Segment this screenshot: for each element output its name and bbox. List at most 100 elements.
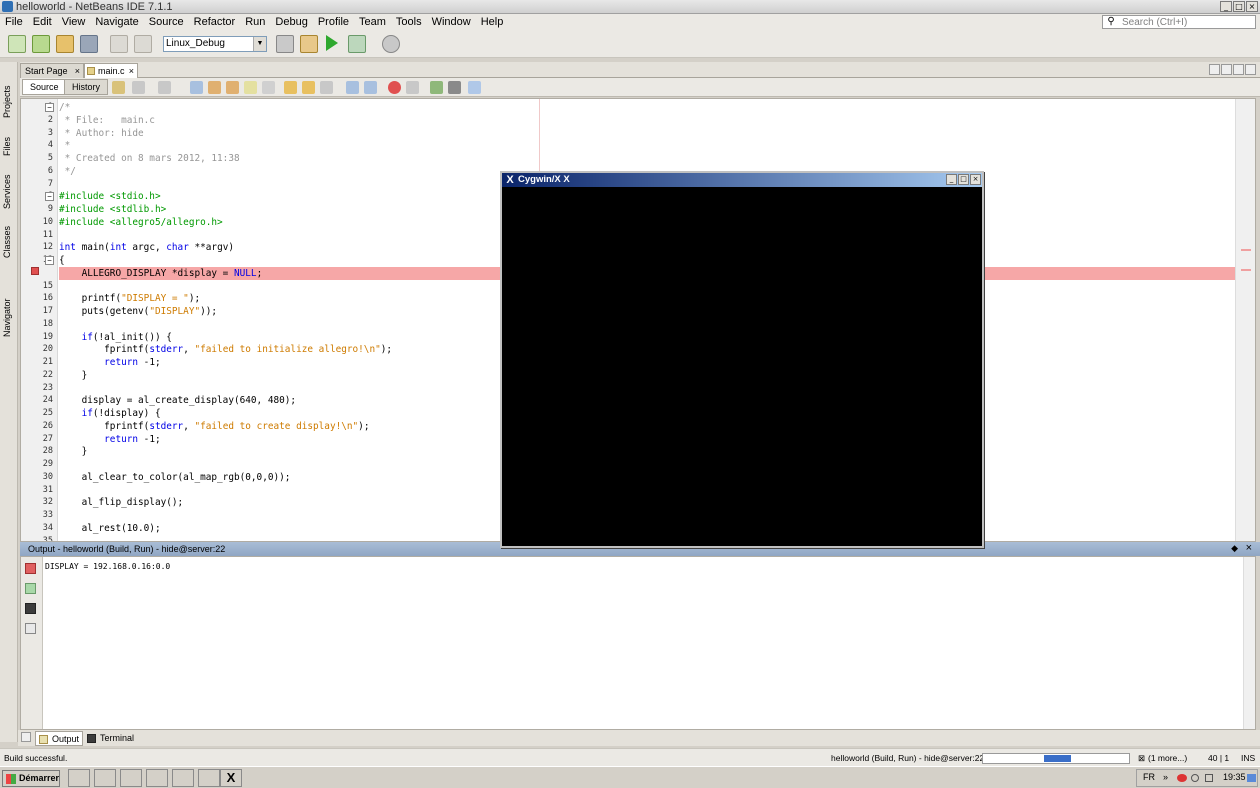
code-line[interactable]: if(!display) { — [59, 407, 161, 420]
close-icon[interactable]: × — [129, 64, 134, 78]
code-line[interactable]: */ — [59, 165, 76, 178]
fold-toggle-icon[interactable]: − — [45, 192, 54, 202]
menu-help[interactable]: Help — [476, 14, 509, 30]
comment-icon[interactable] — [430, 81, 443, 94]
close-icon[interactable]: × — [75, 64, 80, 78]
clean-build-icon[interactable] — [300, 35, 318, 53]
error-stripe-mark[interactable] — [1241, 249, 1251, 251]
tray-misc-icon[interactable] — [1205, 774, 1213, 782]
shift-right-icon[interactable] — [364, 81, 377, 94]
run-icon[interactable] — [326, 35, 338, 51]
breakpoint-icon[interactable] — [31, 267, 39, 275]
code-line[interactable]: * — [59, 139, 71, 152]
code-line[interactable]: fprintf(stderr, "failed to initialize al… — [59, 343, 392, 356]
terminal-icon[interactable] — [25, 603, 36, 614]
code-line[interactable]: } — [59, 445, 88, 458]
open-project-icon[interactable] — [56, 35, 74, 53]
start-macro-icon[interactable] — [388, 81, 401, 94]
code-line[interactable]: #include <stdlib.h> — [59, 203, 166, 216]
shift-left-icon[interactable] — [346, 81, 359, 94]
menu-run[interactable]: Run — [240, 14, 270, 30]
tab-history[interactable]: History — [64, 79, 109, 95]
output-pane[interactable]: DISPLAY = 192.168.0.16:0.0 — [20, 556, 1256, 730]
cygwin-x-task-icon[interactable]: X — [220, 769, 242, 787]
scroll-left-icon[interactable] — [1209, 64, 1220, 75]
tab-output[interactable]: Output — [35, 731, 84, 746]
new-file-icon[interactable] — [8, 35, 26, 53]
redo-icon[interactable] — [134, 35, 152, 53]
toggle-bookmark-icon[interactable] — [320, 81, 333, 94]
toggle-highlight-icon[interactable] — [244, 81, 257, 94]
configuration-select[interactable]: Linux_Debug ▼ — [163, 36, 267, 52]
code-line[interactable]: if(!al_init()) { — [59, 331, 172, 344]
search-box[interactable]: ⚲ Search (Ctrl+I) — [1102, 15, 1256, 29]
stop-icon[interactable] — [25, 563, 36, 574]
netbeans-task-icon[interactable] — [198, 769, 220, 787]
close-task-icon[interactable]: ⊠ — [1138, 752, 1145, 764]
save-all-icon[interactable] — [80, 35, 98, 53]
fold-toggle-icon[interactable]: − — [45, 103, 54, 112]
code-line[interactable]: int main(int argc, char **argv) — [59, 241, 234, 254]
virtualbox-icon[interactable] — [146, 769, 168, 787]
next-bookmark-icon[interactable] — [302, 81, 315, 94]
menu-profile[interactable]: Profile — [313, 14, 354, 30]
menu-file[interactable]: File — [0, 14, 28, 30]
uncomment-icon[interactable] — [448, 81, 461, 94]
build-hammer-icon[interactable] — [276, 35, 294, 53]
tab-projects[interactable]: Projects — [2, 76, 16, 128]
menu-tools[interactable]: Tools — [391, 14, 427, 30]
status-task[interactable]: helloworld (Build, Run) - hide@server:22 — [831, 752, 984, 764]
last-edit-icon[interactable] — [112, 81, 125, 94]
find-previous-icon[interactable] — [208, 81, 221, 94]
show-desktop-icon[interactable] — [68, 769, 90, 787]
code-line[interactable]: /* — [59, 101, 70, 114]
tab-main-c[interactable]: main.c × — [84, 63, 138, 78]
tab-terminal[interactable]: Terminal — [84, 731, 137, 746]
settings-icon[interactable] — [25, 623, 36, 634]
window-title-bar[interactable]: helloworld - NetBeans IDE 7.1.1 _ □ × — [0, 0, 1260, 14]
minimize-button[interactable]: _ — [946, 174, 957, 185]
forward-icon[interactable] — [158, 81, 171, 94]
volume-icon[interactable] — [1191, 774, 1199, 782]
code-line[interactable]: #include <allegro5/allegro.h> — [59, 216, 223, 229]
code-line[interactable]: fprintf(stderr, "failed to create displa… — [59, 420, 369, 433]
tab-files[interactable]: Files — [2, 132, 16, 160]
close-button[interactable]: × — [1246, 1, 1258, 12]
code-line[interactable]: return -1; — [59, 356, 160, 369]
stop-macro-icon[interactable] — [406, 81, 419, 94]
minimize-button[interactable]: _ — [1220, 1, 1232, 12]
code-line[interactable]: puts(getenv("DISPLAY")); — [59, 305, 218, 318]
debug-icon[interactable] — [348, 35, 366, 53]
output-scrollbar[interactable] — [1243, 557, 1255, 729]
toggle-rect-select-icon[interactable] — [262, 81, 275, 94]
cygwin-x-window[interactable]: X Cygwin/X X _ □ × — [500, 171, 984, 548]
firefox-icon[interactable] — [120, 769, 142, 787]
tab-classes[interactable]: Classes — [2, 222, 16, 262]
network-icon[interactable] — [1177, 774, 1187, 782]
rerun-icon[interactable] — [25, 583, 36, 594]
back-icon[interactable] — [132, 81, 145, 94]
restore-group-icon[interactable] — [21, 732, 31, 742]
menu-edit[interactable]: Edit — [28, 14, 57, 30]
minimize-output-icon[interactable]: ◆ — [1231, 543, 1238, 554]
cygwin-x-title-bar[interactable]: X Cygwin/X X _ □ × — [502, 173, 982, 187]
find-icon[interactable] — [190, 81, 203, 94]
menu-source[interactable]: Source — [144, 14, 189, 30]
notepad-icon[interactable] — [172, 769, 194, 787]
search-input[interactable]: Search (Ctrl+I) — [1122, 17, 1187, 28]
close-output-icon[interactable]: × — [1246, 542, 1252, 554]
code-line[interactable]: * Created on 8 mars 2012, 11:38 — [59, 152, 240, 165]
code-line[interactable]: } — [59, 369, 88, 382]
display-icon[interactable] — [1247, 774, 1256, 782]
tab-services[interactable]: Services — [2, 168, 16, 216]
scroll-right-icon[interactable] — [1221, 64, 1232, 75]
close-button[interactable]: × — [970, 174, 981, 185]
more-tasks[interactable]: (1 more...) — [1148, 752, 1187, 764]
maximize-editor-icon[interactable] — [1245, 64, 1256, 75]
menu-navigate[interactable]: Navigate — [90, 14, 143, 30]
tray-arrow-icon[interactable]: » — [1163, 772, 1173, 782]
editor-vertical-scrollbar[interactable] — [1235, 99, 1255, 541]
code-line[interactable]: #include <stdio.h> — [59, 190, 161, 203]
clock[interactable]: 19:35 — [1223, 772, 1246, 782]
documents-list-icon[interactable] — [1233, 64, 1244, 75]
